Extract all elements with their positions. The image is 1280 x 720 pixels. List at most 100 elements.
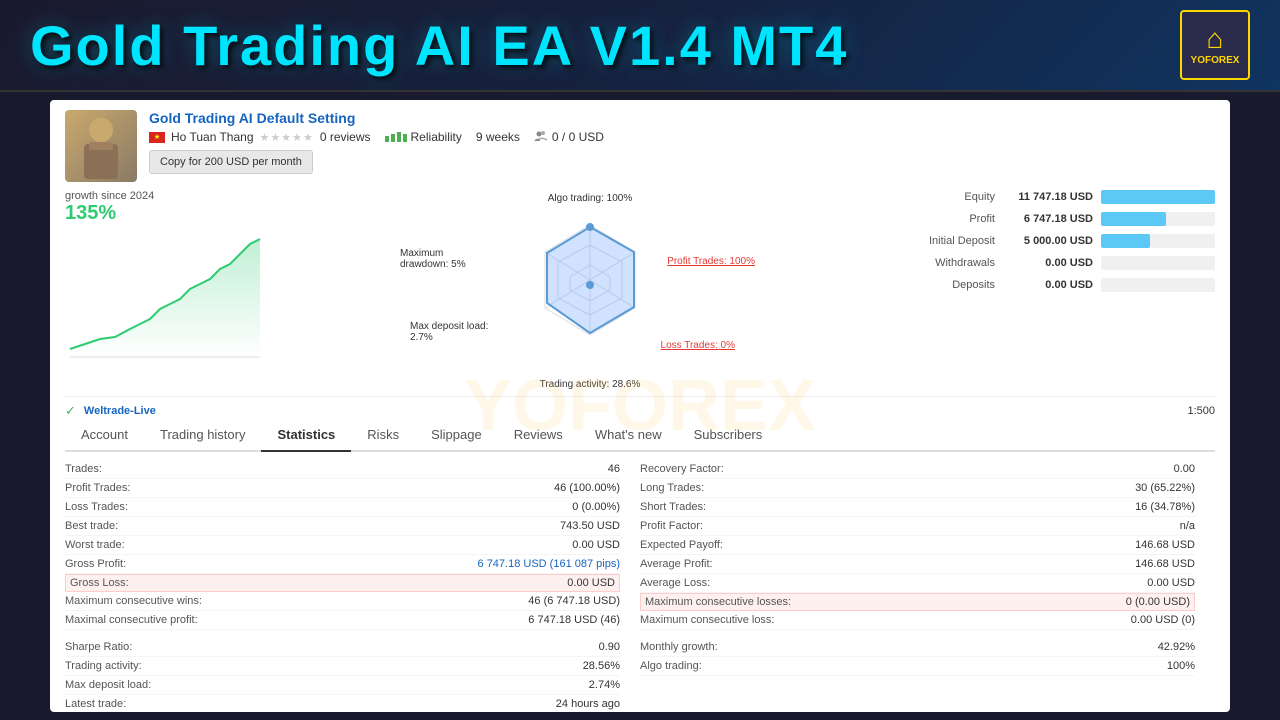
author-row: Ho Tuan Thang ★★★★★ 0 reviews Reliabilit… [149, 130, 1215, 144]
stat-label: Gross Loss: [70, 577, 129, 589]
stat-item: Loss Trades: 0 (0.00%) [65, 498, 620, 517]
equity-bar-value: 0.00 USD [1003, 257, 1093, 269]
stat-value: n/a [1180, 520, 1195, 532]
reviews: 0 reviews [320, 130, 371, 144]
stat-item: Long Trades: 30 (65.22%) [640, 479, 1195, 498]
stat-label: Max deposit load: [65, 679, 151, 691]
stat-item: Worst trade: 0.00 USD [65, 536, 620, 555]
radar-svg [480, 195, 700, 385]
stat-value: 743.50 USD [560, 520, 620, 532]
banner-title: Gold Trading AI EA V1.4 MT4 [30, 13, 848, 78]
broker-check-icon: ✓ [65, 403, 76, 419]
chart-area: growth since 2024 135% [65, 190, 285, 390]
header-info: Gold Trading AI Default Setting Ho Tuan … [149, 110, 1215, 174]
stat-value: 0.00 USD (0) [1131, 614, 1195, 626]
stat-item: Maximum consecutive losses: 0 (0.00 USD) [640, 593, 1195, 611]
stat-item: Profit Factor: n/a [640, 517, 1195, 536]
tab-risks[interactable]: Risks [351, 419, 415, 452]
reliability-label: Reliability [411, 130, 462, 144]
equity-bar-label: Equity [895, 191, 995, 203]
tabs-bar: AccountTrading historyStatisticsRisksSli… [65, 419, 1215, 452]
title-row: Gold Trading AI Default Setting [149, 110, 1215, 126]
equity-bar-label: Initial Deposit [895, 235, 995, 247]
equity-bar-label: Profit [895, 213, 995, 225]
stat-label: Loss Trades: [65, 501, 128, 513]
yoforex-logo: ⌂ YOFOREX [1180, 10, 1250, 80]
main-card: YOFOREX Gold Trading AI Default Setting … [50, 100, 1230, 712]
equity-bar-row: Profit 6 747.18 USD [895, 212, 1215, 226]
stat-label: Sharpe Ratio: [65, 641, 132, 653]
loss-label: Loss Trades: 0% [661, 340, 735, 351]
stat-value: 146.68 USD [1135, 539, 1195, 551]
stat-item: Short Trades: 16 (34.78%) [640, 498, 1195, 517]
stat-value: 24 hours ago [556, 698, 620, 710]
stat-item: Average Loss: 0.00 USD [640, 574, 1195, 593]
bar-fill [1101, 190, 1215, 204]
stats-right2: Monthly growth: 42.92% Algo trading: 100… [640, 638, 1195, 676]
tab-reviews[interactable]: Reviews [498, 419, 579, 452]
stat-item: Gross Profit: 6 747.18 USD (161 087 pips… [65, 555, 620, 574]
radar-container: Algo trading: 100% Profit Trades: 100% L… [480, 195, 700, 385]
activity-label: Trading activity: 28.6% [540, 379, 641, 390]
logo-icon: ⌂ [1207, 25, 1224, 53]
stats-left2: Sharpe Ratio: 0.90 Trading activity: 28.… [65, 638, 620, 712]
stat-item: Best trade: 743.50 USD [65, 517, 620, 536]
equity-bar-value: 11 747.18 USD [1003, 191, 1093, 203]
stat-label: Worst trade: [65, 539, 125, 551]
stat-value: 100% [1167, 660, 1195, 672]
stat-value: 146.68 USD [1135, 558, 1195, 570]
content-area: growth since 2024 135% [65, 190, 1215, 390]
stats-right-col: Recovery Factor: 0.00 Long Trades: 30 (6… [640, 460, 1215, 712]
weeks: 9 weeks [476, 130, 520, 144]
stat-value: 6 747.18 USD (46) [528, 614, 620, 626]
stat-label: Latest trade: [65, 698, 126, 710]
stat-label: Trading activity: [65, 660, 142, 672]
tab-what's-new[interactable]: What's new [579, 419, 678, 452]
stat-label: Monthly growth: [640, 641, 718, 653]
stat-item: Latest trade: 24 hours ago [65, 695, 620, 712]
stats-left-col: Trades: 46 Profit Trades: 46 (100.00%) L… [65, 460, 640, 712]
stat-label: Maximum consecutive losses: [645, 596, 791, 608]
stat-value: 42.92% [1158, 641, 1195, 653]
tab-statistics[interactable]: Statistics [261, 419, 351, 452]
bar-container [1101, 190, 1215, 204]
equity-bar-value: 0.00 USD [1003, 279, 1093, 291]
growth-value: 135% [65, 202, 285, 225]
stat-item: Max deposit load: 2.74% [65, 676, 620, 695]
bar-fill [1101, 234, 1150, 248]
stat-item: Monthly growth: 42.92% [640, 638, 1195, 657]
stat-value: 0.00 USD [572, 539, 620, 551]
stat-item: Expected Payoff: 146.68 USD [640, 536, 1195, 555]
stat-value: 0 (0.00 USD) [1126, 596, 1190, 608]
author-name: Ho Tuan Thang [171, 130, 254, 144]
stats-right: Recovery Factor: 0.00 Long Trades: 30 (6… [640, 460, 1195, 630]
bar-container [1101, 212, 1215, 226]
profit-label: Profit Trades: 100% [667, 256, 755, 267]
stat-item: Trading activity: 28.56% [65, 657, 620, 676]
tab-account[interactable]: Account [65, 419, 144, 452]
banner: Gold Trading AI EA V1.4 MT4 ⌂ YOFOREX [0, 0, 1280, 92]
stat-label: Profit Trades: [65, 482, 130, 494]
stat-label: Best trade: [65, 520, 118, 532]
stat-label: Average Loss: [640, 577, 710, 589]
stat-value: 46 (6 747.18 USD) [528, 595, 620, 607]
stat-item: Algo trading: 100% [640, 657, 1195, 676]
stat-item: Trades: 46 [65, 460, 620, 479]
tab-trading-history[interactable]: Trading history [144, 419, 262, 452]
stat-value: 0 (0.00%) [572, 501, 620, 513]
equity-bar-label: Withdrawals [895, 257, 995, 269]
stat-value: 0.00 USD [1147, 577, 1195, 589]
tab-subscribers[interactable]: Subscribers [678, 419, 779, 452]
stat-value: 2.74% [589, 679, 620, 691]
deposit-label: Max deposit load:2.7% [410, 321, 488, 343]
copy-button[interactable]: Copy for 200 USD per month [149, 150, 313, 174]
stat-value: 30 (65.22%) [1135, 482, 1195, 494]
tab-slippage[interactable]: Slippage [415, 419, 498, 452]
equity-bar-row: Deposits 0.00 USD [895, 278, 1215, 292]
stat-label: Recovery Factor: [640, 463, 724, 475]
stat-label: Short Trades: [640, 501, 706, 513]
bar-fill [1101, 212, 1166, 226]
bar-container [1101, 234, 1215, 248]
reliability-section: Reliability [385, 130, 462, 144]
stats-left: Trades: 46 Profit Trades: 46 (100.00%) L… [65, 460, 620, 630]
